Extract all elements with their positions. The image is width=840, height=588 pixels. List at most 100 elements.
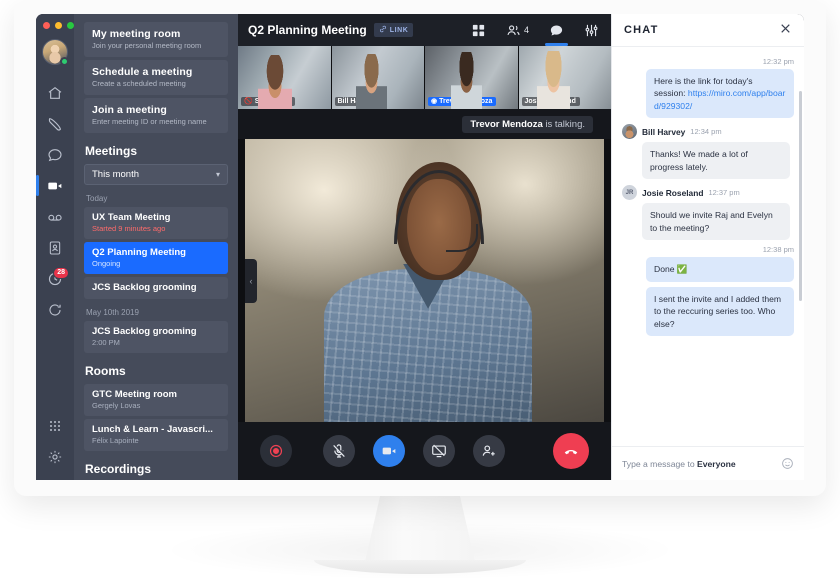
sender-name: Bill Harvey [642,126,686,137]
meeting-stage: Q2 Planning Meeting LINK 4 🚫 Sam Smith B… [238,14,611,480]
microphone-button[interactable] [322,435,355,467]
home-icon [47,85,63,101]
rail-item-calls[interactable] [38,108,72,139]
participant-name-label-speaking: ◉ Trevor Mendoza [428,97,497,106]
participant-thumbnail-josie-roseland[interactable]: Josie Roseland [518,46,611,109]
chat-message-list[interactable]: 12:32 pm Here is the link for today's se… [612,47,804,446]
chat-toggle-button[interactable] [545,14,568,46]
chat-scrollbar[interactable] [799,91,802,301]
meeting-title: JCS Backlog grooming [92,282,197,293]
chat-message-incoming: Thanks! We made a lot of progress lately… [642,142,790,180]
talking-indicator-bar: Trevor Mendoza is talking. [238,109,611,139]
rail-item-meetings[interactable] [36,170,72,201]
rail-item-messages[interactable] [38,139,72,170]
recents-badge: 28 [53,267,69,279]
group-label-today: Today [86,194,108,203]
participants-button[interactable]: 4 [506,14,529,46]
meeting-item-ux-team[interactable]: UX Team Meeting Started 9 minutes ago [84,207,228,239]
icon-rail: 28 [36,14,74,480]
participant-name: Sam Smith [254,98,291,105]
quick-action-join-meeting[interactable]: Join a meeting Enter meeting ID or meeti… [84,98,228,133]
meeting-subtitle: Started 9 minutes ago [92,224,166,233]
add-person-icon [481,443,497,459]
close-icon[interactable] [779,22,792,38]
chat-message-outgoing: Done ✅ [646,257,794,282]
quick-action-schedule-meeting[interactable]: Schedule a meeting Create a scheduled me… [84,60,228,95]
add-participant-button[interactable] [472,435,505,467]
meetings-filter-value: This month [92,169,139,180]
rail-item-contacts[interactable] [38,232,72,263]
sender-name: Josie Roseland [642,187,704,198]
participant-name-label: Josie Roseland [521,97,580,106]
rail-item-recents[interactable]: 28 [38,263,72,294]
rail-item-dialpad[interactable] [38,410,72,441]
window-traffic-lights [43,22,74,29]
participant-name: Trevor Mendoza [439,98,493,105]
rail-item-home[interactable] [38,77,72,108]
user-avatar[interactable] [42,39,69,66]
smiley-icon[interactable] [781,457,794,470]
talking-indicator: Trevor Mendoza is talking. [462,115,593,133]
mic-muted-icon: 🚫 [244,98,253,105]
layout-grid-button[interactable] [471,14,486,46]
room-owner: Gergely Lovas [92,401,141,410]
quick-action-title: Schedule a meeting [92,66,193,78]
meeting-item-jcs-backlog-today[interactable]: JCS Backlog grooming [84,277,228,299]
meeting-subtitle: 2:00 PM [92,338,120,347]
primary-controls-group [322,435,523,467]
participant-thumbnail-trevor-mendoza[interactable]: ◉ Trevor Mendoza [425,46,518,109]
sync-icon [47,302,63,318]
meetings-heading: Meetings [85,144,138,158]
meeting-subtitle: Ongoing [92,259,121,268]
monitor-stand-neck [364,488,476,566]
gear-icon [47,449,63,465]
meeting-control-bar [238,422,611,480]
meeting-item-jcs-backlog-may10[interactable]: JCS Backlog grooming 2:00 PM [84,321,228,353]
chat-sender-row: JR Josie Roseland 12:37 pm [622,185,794,201]
meetings-filter-select[interactable]: This month ▾ [84,164,228,185]
participant-name-label: Bill Harvey [334,97,378,106]
participant-thumbnail-sam-smith[interactable]: 🚫 Sam Smith [238,46,331,109]
room-item-gtc[interactable]: GTC Meeting room Gergely Lovas [84,384,228,416]
quick-action-my-meeting-room[interactable]: My meeting room Join your personal meeti… [84,22,228,57]
participant-thumbnail-bill-harvey[interactable]: Bill Harvey [331,46,424,109]
chevron-left-icon: ‹ [249,275,253,286]
chat-header: CHAT [612,14,804,47]
close-window-button[interactable] [43,22,50,29]
minimize-window-button[interactable] [55,22,62,29]
meeting-title: UX Team Meeting [92,212,171,223]
contacts-icon [47,240,63,256]
rail-item-sync[interactable] [38,294,72,325]
meeting-item-q2-planning[interactable]: Q2 Planning Meeting Ongoing [84,242,228,274]
participant-name-label: 🚫 Sam Smith [241,97,295,106]
video-button[interactable] [372,435,405,467]
chevron-down-icon: ▾ [215,170,220,179]
copy-link-badge[interactable]: LINK [373,23,414,37]
talking-suffix: is talking. [542,118,585,130]
screen-share-button[interactable] [422,435,455,467]
chat-input-bar[interactable]: Type a message to Everyone [612,446,804,480]
quick-action-subtitle: Join your personal meeting room [92,41,202,50]
main-video-feed[interactable]: ‹ [245,139,604,422]
room-item-lunch-learn[interactable]: Lunch & Learn - Javascri... Félix Lapoin… [84,419,228,451]
chat-message-outgoing: I sent the invite and I added them to th… [646,286,794,336]
avatar: JR [622,185,637,201]
participant-name: Josie Roseland [524,98,576,105]
grid-layout-icon [471,23,486,38]
mic-active-icon: ◉ [431,98,438,105]
end-call-button[interactable] [553,433,589,469]
link-chain-icon [379,25,387,35]
rail-item-settings[interactable] [38,441,72,472]
meeting-settings-button[interactable] [584,14,599,46]
rail-item-voicemail[interactable] [38,201,72,232]
maximize-window-button[interactable] [67,22,74,29]
phone-hangup-icon [563,443,579,459]
page-title: Q2 Planning Meeting [248,23,367,37]
meetings-sidebar: My meeting room Join your personal meeti… [74,14,238,480]
screen-share-off-icon [431,443,447,459]
participants-count: 4 [523,25,529,35]
sidebar-collapse-handle[interactable]: ‹ [245,258,257,303]
quick-action-title: Join a meeting [92,104,167,116]
meeting-topbar: Q2 Planning Meeting LINK 4 [238,14,611,46]
record-button[interactable] [260,435,292,467]
